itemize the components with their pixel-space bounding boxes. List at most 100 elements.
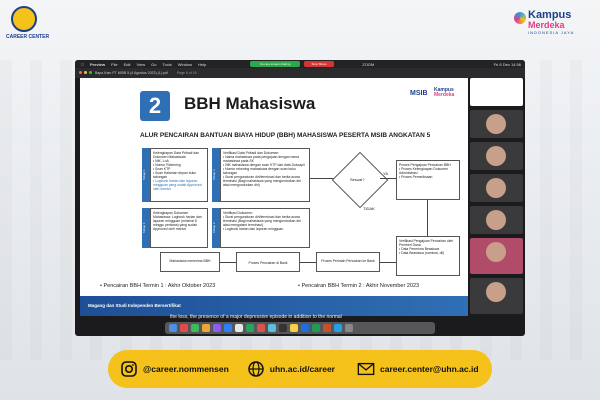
email-address: career.center@uhn.ac.id bbox=[379, 364, 479, 374]
flow-box-verifikasi-dokumen: Verifikasi Dokumen: Surat pengunduran di… bbox=[220, 208, 310, 248]
flow-box4-item: Logbook harian dan laporan mingguan bbox=[223, 227, 307, 231]
flow-box-pencairan-bank: Proses Pencairan di Bank bbox=[236, 252, 300, 272]
menu-go[interactable]: Go bbox=[151, 62, 156, 67]
participant-tile[interactable] bbox=[470, 206, 523, 234]
apple-tv-icon[interactable] bbox=[279, 324, 287, 332]
chrome-icon[interactable] bbox=[235, 324, 243, 332]
flow-box2-item: Surat pengunduran diri/terminasi dan ber… bbox=[223, 175, 307, 187]
app-icon[interactable] bbox=[257, 324, 265, 332]
powerpoint-icon[interactable] bbox=[323, 324, 331, 332]
instagram-icon bbox=[120, 360, 138, 378]
app-icon[interactable] bbox=[268, 324, 276, 332]
participant-tile[interactable] bbox=[470, 142, 523, 170]
slide-kampus-merdeka-logo: Kampus Merdeka bbox=[434, 88, 464, 98]
telegram-icon[interactable] bbox=[334, 324, 342, 332]
menu-app-preview[interactable]: Preview bbox=[90, 62, 105, 67]
participant-tile-host[interactable] bbox=[470, 78, 523, 106]
excel-icon[interactable] bbox=[312, 324, 320, 332]
pdf-slide: 2 BBH Mahasiswa MSIB Kampus Merdeka ALUR… bbox=[80, 78, 468, 316]
minimize-window-button[interactable] bbox=[84, 71, 87, 74]
apple-icon[interactable]:  bbox=[81, 62, 84, 67]
menu-file[interactable]: File bbox=[111, 62, 117, 67]
university-seal-icon bbox=[11, 6, 37, 32]
flow-arrow-left bbox=[220, 262, 236, 263]
flow-box-menerima-bbh: Mahasiswa menerima BBH bbox=[160, 252, 220, 272]
participant-avatar bbox=[486, 178, 506, 198]
email-contact[interactable]: career.center@uhn.ac.id bbox=[357, 360, 479, 378]
menu-edit[interactable]: Edit bbox=[124, 62, 131, 67]
menu-view[interactable]: View bbox=[136, 62, 145, 67]
trash-icon[interactable] bbox=[345, 324, 353, 332]
app-icon[interactable] bbox=[202, 324, 210, 332]
tab-tahap-1b: Tahap 1 bbox=[142, 208, 150, 248]
logo-tagline: INDONESIA JAYA bbox=[528, 30, 575, 35]
participant-tile[interactable] bbox=[470, 110, 523, 138]
flow-box-verifikasi-pemberi-dana: Verifikasi Pengajuan Pencairan oleh Pemb… bbox=[396, 236, 460, 276]
menu-tools[interactable]: Tools bbox=[162, 62, 171, 67]
close-window-button[interactable] bbox=[79, 71, 82, 74]
mail-icon bbox=[357, 360, 375, 378]
logo-merdeka-text: Merdeka bbox=[528, 20, 565, 30]
flow-box-data-pribadi: Kelengkapan Data Pribadi dan Dokumen Mah… bbox=[150, 148, 208, 202]
flow-box1-item: Logbook harian dan laporan mingguan yang… bbox=[153, 179, 205, 191]
flow-arrow-down bbox=[427, 200, 428, 236]
bullet-termin-2: • Pencairan BBH Termin 2 : Akhir Novembe… bbox=[298, 283, 420, 289]
contact-footer: @career.nommensen uhn.ac.id/career caree… bbox=[108, 350, 492, 388]
decision-label: Sesuai? bbox=[350, 177, 365, 182]
bullet-termin-1-text: Pencairan BBH Termin 1 : Akhir Oktober 2… bbox=[103, 283, 216, 289]
participant-tile[interactable] bbox=[470, 278, 523, 314]
zoom-label[interactable]: ZOOM bbox=[362, 62, 374, 67]
participant-tile[interactable] bbox=[470, 238, 523, 274]
zoom-app-icon[interactable] bbox=[224, 324, 232, 332]
flow-box4-item: Surat pengunduran diri/terminasi dan ber… bbox=[223, 215, 307, 227]
participant-tile[interactable] bbox=[470, 174, 523, 202]
instagram-handle: @career.nommensen bbox=[143, 364, 229, 374]
kampus-merdeka-mark-icon bbox=[514, 12, 526, 24]
instagram-contact[interactable]: @career.nommensen bbox=[120, 360, 229, 378]
app-icon[interactable] bbox=[191, 324, 199, 332]
slide-number: 2 bbox=[140, 91, 170, 121]
slide-banner: Magang dan Studi Independen Bersertifika… bbox=[80, 296, 468, 316]
menu-help[interactable]: Help bbox=[198, 62, 206, 67]
website-url: uhn.ac.id/career bbox=[269, 364, 335, 374]
app-icon[interactable] bbox=[246, 324, 254, 332]
app-icon[interactable] bbox=[213, 324, 221, 332]
participant-avatar bbox=[486, 114, 506, 134]
yes-label: YA bbox=[383, 171, 389, 176]
page-indicator: Page 6 of 16 bbox=[176, 71, 197, 75]
flow-box-verifikasi-data: Verifikasi Data Pribadi dan Dokumen: Nam… bbox=[220, 148, 310, 202]
flow-box-pengajuan: Proses Pengajuan Pencairan BBH Proses Ke… bbox=[396, 160, 460, 200]
career-center-logo: CAREER CENTER bbox=[6, 6, 49, 48]
screen-share:  Preview File Edit View Go Tools Window… bbox=[75, 60, 525, 336]
website-contact[interactable]: uhn.ac.id/career bbox=[247, 360, 335, 378]
logo-kampus-text: Kampus bbox=[528, 9, 572, 21]
stop-share-button[interactable]: Stop Share bbox=[304, 61, 334, 67]
flow-box2-item: Nomor rekening mahasiswa dengan scan buk… bbox=[223, 167, 307, 175]
participant-avatar bbox=[486, 242, 506, 262]
flow-box-perintah-pencairan: Proses Perintah Pencairan ke Bank bbox=[316, 252, 380, 272]
app-icon[interactable] bbox=[290, 324, 298, 332]
app-icon[interactable] bbox=[180, 324, 188, 332]
no-label: TIDAK bbox=[363, 206, 375, 211]
participant-avatar bbox=[486, 282, 506, 302]
flow-box5-item: Proses Kelengkapan Dokumen Administrasi bbox=[399, 167, 457, 175]
menu-window[interactable]: Window bbox=[178, 62, 192, 67]
flow-arrow-yes bbox=[380, 178, 396, 179]
window-title: Bapa Kam PT MSIB 5 (4 Agustus 2023) (1).… bbox=[95, 71, 168, 75]
tab-tahap-2a: Tahap 2 bbox=[212, 148, 220, 202]
flow-box5-item: Proses Pemeriksaan bbox=[399, 175, 457, 179]
flow-arrow-left bbox=[300, 262, 316, 263]
finder-icon[interactable] bbox=[169, 324, 177, 332]
flow-box2-item: Nama mahasiswa pada pengajuan dengan nam… bbox=[223, 155, 307, 163]
preview-toolbar: Bapa Kam PT MSIB 5 (4 Agustus 2023) (1).… bbox=[75, 68, 525, 78]
bullet-termin-1: • Pencairan BBH Termin 1 : Akhir Oktober… bbox=[100, 283, 216, 289]
screen-sharing-indicator[interactable]: You are screen sharing bbox=[250, 61, 300, 67]
zoom-window-button[interactable] bbox=[89, 71, 92, 74]
flow-box6-title: Verifikasi Pengajuan Pencairan oleh Pemb… bbox=[399, 239, 454, 247]
tab-tahap-2b: Tahap 2 bbox=[212, 208, 220, 248]
word-icon[interactable] bbox=[301, 324, 309, 332]
globe-icon bbox=[247, 360, 265, 378]
flow-box-dokumen-mahasiswa: Kelengkapan Dokumen Mahasiswa: Logbook h… bbox=[150, 208, 208, 248]
mac-dock bbox=[165, 322, 435, 334]
participants-panel bbox=[470, 78, 523, 316]
